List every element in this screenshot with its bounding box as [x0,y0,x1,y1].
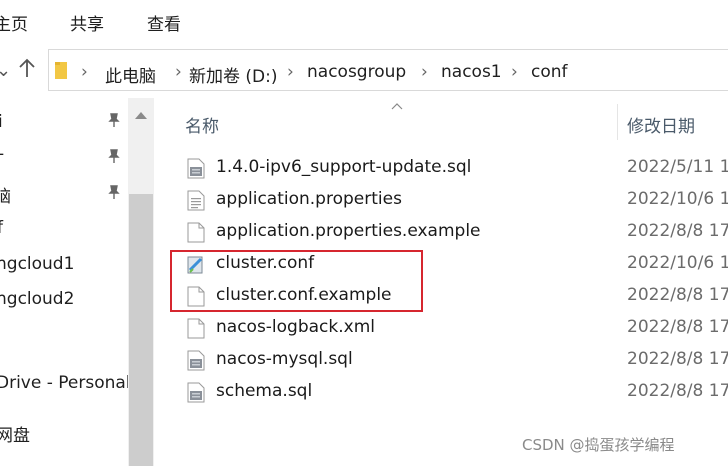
nav-item[interactable]: ngcloud2 [0,289,74,309]
address-bar[interactable]: › 此电脑 › 新加卷 (D:) › nacosgroup › nacos1 ›… [48,49,728,91]
file-date: 2022/10/6 1 [627,189,728,209]
nav-item-onedrive[interactable]: Drive - Personal [0,373,131,393]
navigation-pane: i - 脑 f ngcloud1 ngcloud2 Drive - Person… [0,98,155,466]
pin-icon[interactable] [106,148,122,164]
ribbon: 主页 共享 查看 [0,0,728,46]
file-date: 2022/5/11 1 [627,157,728,177]
scroll-thumb[interactable] [129,194,153,466]
column-header-name[interactable]: 名称 [185,112,219,137]
file-date: 2022/8/8 17 [627,285,728,305]
nav-item[interactable]: ngcloud1 [0,254,74,274]
column-header-modified[interactable]: 修改日期 [627,112,695,137]
tab-share[interactable]: 共享 [70,10,104,35]
sort-ascending-icon [391,103,403,110]
breadcrumb-separator: › [81,62,88,82]
pin-icon[interactable] [106,184,122,200]
file-row[interactable]: cluster.conf 2022/10/6 1 [155,248,728,280]
file-row[interactable]: 1.4.0-ipv6_support-update.sql 2022/5/11 … [155,152,728,184]
breadcrumb-this-pc[interactable]: 此电脑 [105,62,156,87]
file-list: 名称 修改日期 1.4.0-ipv6_support-update.sql 20… [155,98,728,466]
file-name: 1.4.0-ipv6_support-update.sql [216,157,472,177]
recent-dropdown-icon[interactable]: ⌄ [0,60,11,81]
file-name: application.properties [216,189,402,209]
nav-item[interactable]: i [0,112,3,132]
blank-file-icon [187,222,205,243]
file-date: 2022/8/8 17 [627,381,728,401]
file-name: nacos-mysql.sql [216,349,353,369]
tab-home[interactable]: 主页 [0,10,28,35]
file-date: 2022/8/8 17 [627,317,728,337]
file-date: 2022/10/6 1 [627,253,728,273]
breadcrumb-drive-d[interactable]: 新加卷 (D:) [189,62,278,87]
breadcrumb-nacos1[interactable]: nacos1 [441,62,502,82]
nav-item[interactable]: - [0,144,4,164]
breadcrumb-separator[interactable]: › [175,62,182,82]
nav-item[interactable]: 脑 [0,182,11,207]
scroll-up-icon[interactable] [135,112,147,119]
file-name: schema.sql [216,381,313,401]
file-row[interactable]: nacos-logback.xml 2022/8/8 17 [155,312,728,344]
breadcrumb-separator[interactable]: › [287,62,294,82]
address-row: ⌄ › 此电脑 › 新加卷 (D:) › nacosgroup › nacos1… [0,46,728,98]
file-date: 2022/8/8 17 [627,349,728,369]
blank-file-icon [187,318,205,339]
conf-file-icon [187,256,203,274]
file-name: cluster.conf.example [216,285,392,305]
breadcrumb-separator[interactable]: › [421,62,428,82]
nav-item[interactable]: 网盘 [0,421,30,446]
file-name: application.properties.example [216,221,481,241]
nav-item[interactable]: f [0,218,3,238]
file-row[interactable]: schema.sql 2022/8/8 17 [155,376,728,408]
breadcrumb-conf[interactable]: conf [531,62,568,82]
tab-view[interactable]: 查看 [147,10,181,35]
folder-icon [55,62,67,79]
sql-file-icon [187,158,205,179]
file-name: nacos-logback.xml [216,317,375,337]
file-row[interactable]: application.properties.example 2022/8/8 … [155,216,728,248]
file-row[interactable]: application.properties 2022/10/6 1 [155,184,728,216]
blank-file-icon [187,286,205,307]
breadcrumb-separator[interactable]: › [511,62,518,82]
file-name: cluster.conf [216,253,315,273]
watermark: CSDN @捣蛋孩学编程 [522,436,675,454]
pin-icon[interactable] [106,112,122,128]
nav-scrollbar[interactable] [128,98,154,466]
text-file-icon [187,190,205,211]
column-divider[interactable] [617,104,618,140]
file-date: 2022/8/8 17 [627,221,728,241]
sql-file-icon [187,382,205,403]
file-row[interactable]: nacos-mysql.sql 2022/8/8 17 [155,344,728,376]
sql-file-icon [187,350,205,371]
breadcrumb-nacosgroup[interactable]: nacosgroup [307,62,406,82]
file-row[interactable]: cluster.conf.example 2022/8/8 17 [155,280,728,312]
up-arrow-icon[interactable] [18,58,36,83]
